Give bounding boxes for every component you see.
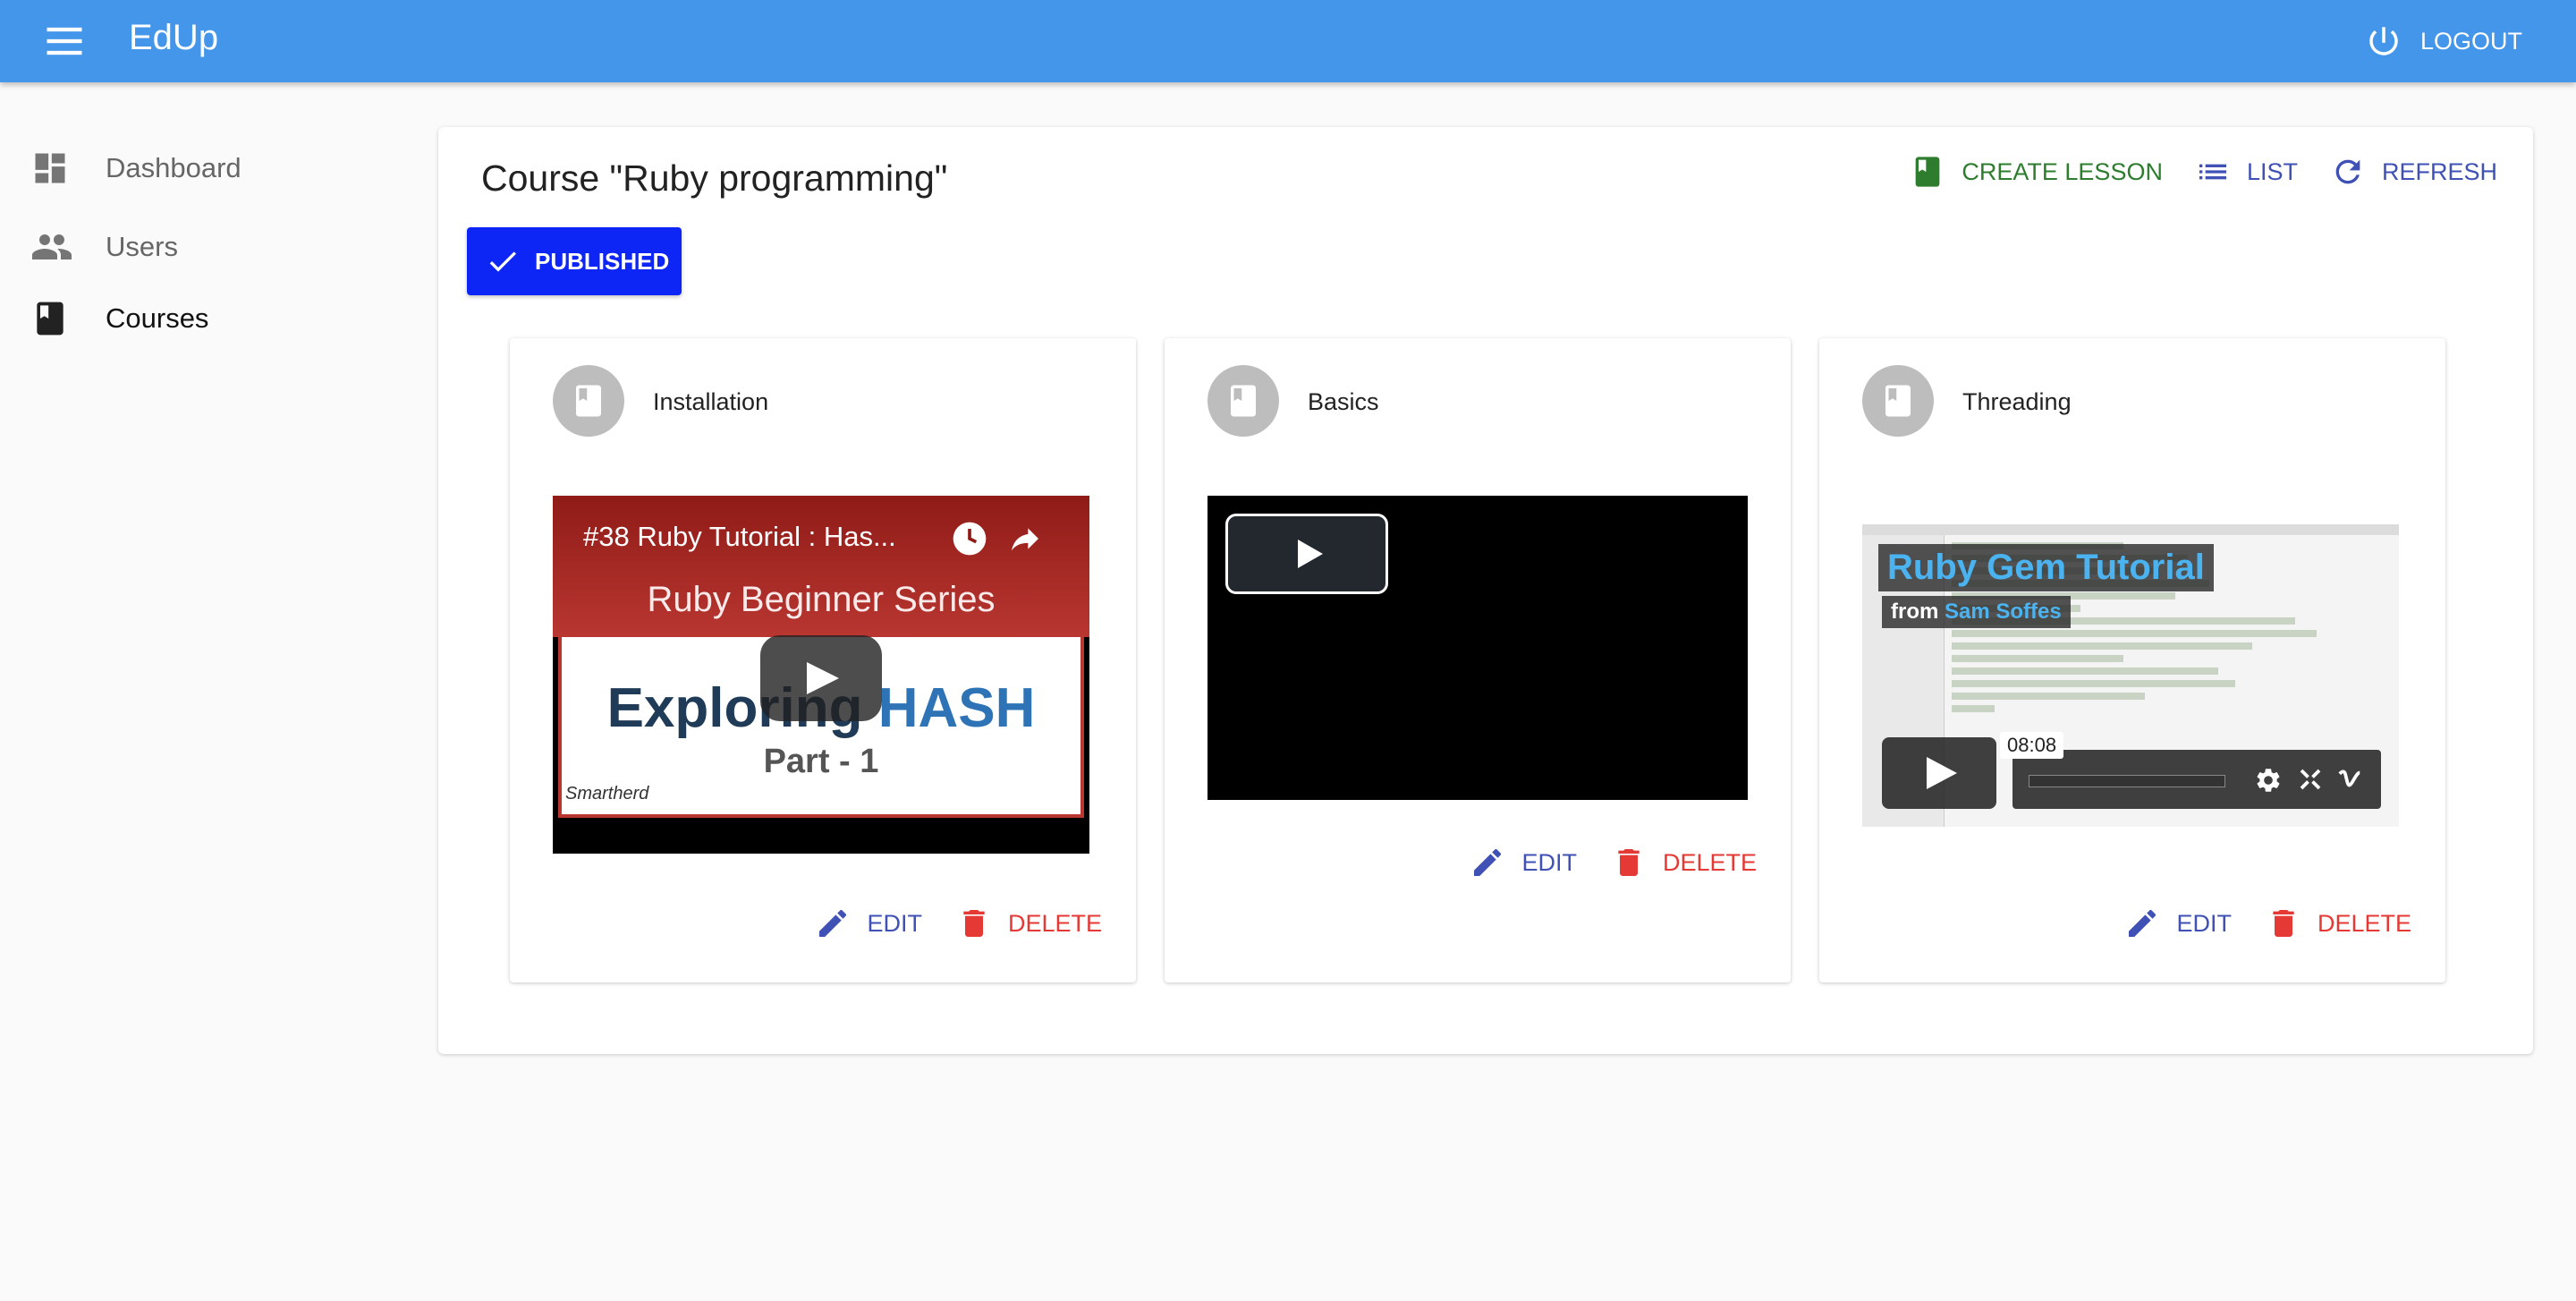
delete-button[interactable]: DELETE — [956, 906, 1102, 941]
trash-icon — [963, 910, 985, 937]
clock-icon[interactable] — [950, 519, 989, 558]
book-icon — [576, 385, 601, 417]
video-author[interactable]: from Sam Soffes — [1882, 596, 2071, 628]
sidebar-item-label: Users — [106, 231, 178, 262]
course-actions: CREATE LESSON LIST REFRESH — [1910, 154, 2497, 190]
video-series-text: Ruby Beginner Series — [647, 580, 996, 619]
edit-label: EDIT — [2176, 909, 2232, 937]
lesson-title: Basics — [1308, 388, 1379, 415]
lesson-card-basics: Basics EDIT DELETE — [1165, 338, 1791, 982]
delete-button[interactable]: DELETE — [1611, 845, 1757, 880]
sidebar-item-courses[interactable]: Courses — [0, 286, 394, 351]
lesson-actions: EDIT DELETE — [2124, 906, 2411, 941]
video-controls — [2012, 750, 2381, 809]
video-author-prefix: from — [1891, 599, 1945, 624]
video-player[interactable]: #38 Ruby Tutorial : Has... Ruby Beginner… — [553, 496, 1089, 854]
lesson-actions: EDIT DELETE — [1470, 845, 1757, 880]
video-player[interactable]: Ruby Gem Tutorial from Sam Soffes 08:08 — [1862, 524, 2399, 827]
people-icon — [32, 234, 72, 259]
video-duration: 08:08 — [2000, 732, 2064, 759]
delete-label: DELETE — [1662, 848, 1757, 876]
video-thumbnail-topbar — [1862, 524, 2399, 535]
lesson-title: Threading — [1962, 388, 2072, 415]
published-label: PUBLISHED — [535, 247, 670, 275]
edit-label: EDIT — [867, 909, 922, 937]
edit-button[interactable]: EDIT — [1470, 845, 1577, 880]
trash-icon — [2273, 910, 2294, 937]
video-headline-b: HASH — [877, 677, 1036, 739]
play-button[interactable] — [760, 635, 882, 721]
book-icon — [1916, 157, 1940, 187]
power-icon — [2369, 27, 2398, 55]
pencil-icon — [2129, 909, 2157, 937]
pencil-icon — [1474, 848, 1502, 876]
published-toggle-button[interactable]: PUBLISHED — [467, 227, 682, 295]
video-title[interactable]: Ruby Gem Tutorial — [1878, 544, 2214, 591]
book-icon — [37, 302, 64, 336]
create-lesson-button[interactable]: CREATE LESSON — [1910, 154, 2163, 190]
fullscreen-icon[interactable] — [2297, 766, 2324, 793]
refresh-label: REFRESH — [2381, 157, 2497, 185]
list-label: LIST — [2246, 157, 2298, 185]
logout-button[interactable]: LOGOUT — [2365, 20, 2522, 63]
avatar — [1208, 365, 1279, 437]
avatar — [553, 365, 624, 437]
course-card: Course "Ruby programming" CREATE LESSON … — [438, 127, 2533, 1054]
edit-button[interactable]: EDIT — [2124, 906, 2232, 941]
logout-label: LOGOUT — [2419, 27, 2522, 55]
sidebar-item-label: Dashboard — [106, 152, 242, 183]
video-title[interactable]: #38 Ruby Tutorial : Has... — [583, 521, 896, 553]
sidebar-item-dashboard[interactable]: Dashboard — [0, 136, 394, 200]
video-part-text: Part - 1 — [763, 743, 879, 780]
create-lesson-label: CREATE LESSON — [1962, 157, 2163, 185]
dashboard-icon — [35, 153, 65, 183]
lesson-actions: EDIT DELETE — [815, 906, 1102, 941]
lesson-title: Installation — [653, 388, 769, 415]
list-icon — [2199, 164, 2226, 180]
book-icon — [1231, 385, 1256, 417]
share-icon[interactable] — [1005, 521, 1045, 557]
avatar — [1862, 365, 1934, 437]
check-icon — [489, 251, 516, 272]
trash-icon — [1618, 849, 1640, 876]
refresh-button[interactable]: REFRESH — [2330, 154, 2497, 190]
app-title: EdUp — [129, 18, 219, 57]
pencil-icon — [819, 909, 847, 937]
lesson-card-installation: Installation #38 Ruby Tutorial : Has... … — [510, 338, 1136, 982]
delete-button[interactable]: DELETE — [2266, 906, 2411, 941]
video-player[interactable] — [1208, 496, 1748, 800]
vimeo-logo-icon[interactable] — [2336, 766, 2363, 793]
page-title: Course "Ruby programming" — [481, 157, 948, 199]
refresh-icon — [2335, 159, 2360, 184]
book-icon — [1885, 385, 1911, 417]
gear-icon[interactable] — [2254, 766, 2283, 795]
play-button[interactable] — [1882, 737, 1996, 809]
video-progress-bar[interactable] — [2029, 775, 2225, 787]
sidebar-item-label: Courses — [106, 302, 209, 334]
video-author-name: Sam Soffes — [1945, 599, 2062, 624]
menu-icon[interactable] — [41, 23, 88, 59]
edit-label: EDIT — [1521, 848, 1577, 876]
sidebar-item-users[interactable]: Users — [0, 215, 394, 279]
delete-label: DELETE — [1007, 909, 1102, 937]
list-button[interactable]: LIST — [2195, 154, 2298, 190]
play-button[interactable] — [1225, 514, 1388, 594]
lesson-card-threading: Threading Ruby Gem Tutorial from Sam Sof… — [1819, 338, 2445, 982]
video-brand-logo: Smartherd — [565, 784, 649, 804]
delete-label: DELETE — [2317, 909, 2411, 937]
edit-button[interactable]: EDIT — [815, 906, 922, 941]
app-bar: EdUp LOGOUT — [0, 0, 2576, 82]
